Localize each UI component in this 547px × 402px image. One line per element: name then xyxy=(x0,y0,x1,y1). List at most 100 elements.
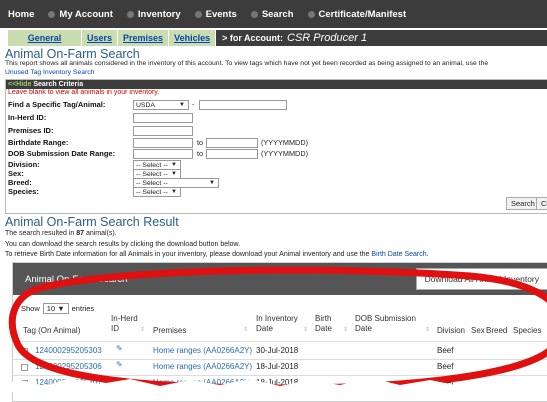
row-checkbox[interactable] xyxy=(21,348,28,355)
find-tag-label: Find a Specific Tag/Animal: xyxy=(8,100,106,109)
tag-dash: - xyxy=(192,100,195,109)
nav-my-account-label: My Account xyxy=(59,8,113,20)
unused-tag-link[interactable]: Unused Tag Inventory Search xyxy=(5,69,94,76)
tag-number-input[interactable] xyxy=(199,100,287,110)
col-header-inventory-date[interactable]: In Inventory Date xyxy=(256,314,306,334)
tab-users[interactable]: Users xyxy=(82,30,119,46)
row-divider xyxy=(13,375,547,376)
tag-link[interactable]: 124000295205306 xyxy=(35,362,102,371)
page-title: Animal On-Farm Search xyxy=(5,47,140,61)
result-count-value: 87 xyxy=(76,230,85,237)
premises-link[interactable]: Home ranges (AA0266A2Y) xyxy=(153,346,252,355)
hide-criteria-link[interactable]: <<Hide xyxy=(8,81,31,88)
tag-link[interactable]: 124000295205303 xyxy=(35,346,102,355)
nav-dot-icon xyxy=(250,10,258,18)
sort-icon: ⇕ xyxy=(140,327,146,333)
sort-icon: ⇕ xyxy=(343,327,349,333)
sex-value: -- Select -- xyxy=(136,171,168,178)
tag-link[interactable]: 124000295205307 xyxy=(35,378,102,387)
result-title: Animal On-Farm Search Result xyxy=(5,215,179,229)
premises-link[interactable]: Home ranges (AA0266A2Y) xyxy=(153,378,252,387)
result-count-suffix: animal(s). xyxy=(85,230,117,237)
nav-search[interactable]: Search xyxy=(250,8,294,20)
nav-inventory-label: Inventory xyxy=(137,8,181,20)
division-value: -- Select -- xyxy=(136,162,168,169)
col-header-species[interactable]: Species xyxy=(513,326,541,336)
col-header-breed[interactable]: Breed xyxy=(486,326,507,336)
tab-general[interactable]: General xyxy=(8,30,82,46)
tag-type-select[interactable]: USDA ▼ xyxy=(133,100,189,110)
premises-link[interactable]: Home ranges (AA0266A2Y) xyxy=(153,362,252,371)
clear-button[interactable]: Clea xyxy=(536,197,547,210)
sort-icon: ⇕ xyxy=(425,327,431,333)
nav-dot-icon xyxy=(307,10,315,18)
inventory-date: 18-Jul-2018 xyxy=(256,378,299,387)
nav-search-label: Search xyxy=(261,8,294,20)
row-checkbox[interactable] xyxy=(21,364,28,371)
page-description: This report shows all animals considered… xyxy=(5,60,547,77)
nav-my-account[interactable]: My Account xyxy=(48,8,113,20)
edit-icon[interactable]: ✎ xyxy=(116,360,123,369)
chevron-down-icon: ▼ xyxy=(179,102,185,108)
sub-nav: General Users Premises Vehicles > for Ac… xyxy=(8,30,547,46)
col-header-tag[interactable]: Tag (On Animal) xyxy=(23,326,108,336)
inventory-date: 18-Jul-2018 xyxy=(256,362,299,371)
in-herd-input[interactable] xyxy=(133,113,193,123)
nav-events[interactable]: Events xyxy=(194,8,237,20)
species-select[interactable]: -- Select -- ▼ xyxy=(133,187,181,197)
edit-icon[interactable]: ✎ xyxy=(116,376,123,385)
chevron-down-icon: ▼ xyxy=(57,304,65,313)
birthdate-from-input[interactable] xyxy=(133,138,193,148)
col-header-division[interactable]: Division xyxy=(437,326,465,336)
dob-label: DOB Submission Date Range: xyxy=(8,149,116,158)
birth-date-search-link[interactable]: Birth Date Search xyxy=(371,251,426,258)
birth-note-suffix: . xyxy=(426,251,429,258)
division-value: Beef xyxy=(437,362,454,371)
edit-icon[interactable]: ✎ xyxy=(116,344,123,353)
nav-home-label: Home xyxy=(8,8,35,20)
premises-input[interactable] xyxy=(133,126,193,136)
download-inventory-button[interactable]: Download All Animal Inventory xyxy=(415,268,547,290)
division-value: Beef xyxy=(437,346,454,355)
dob-from-input[interactable] xyxy=(133,149,193,159)
col-header-sex[interactable]: Sex xyxy=(471,326,485,336)
panel-title: Animal On-Farm Search xyxy=(25,273,128,285)
nav-certificate[interactable]: Certificate/Manifest xyxy=(307,8,407,20)
page-size-control: Show 10 ▼ entries xyxy=(21,303,94,314)
account-name: CSR Producer 1 xyxy=(287,32,368,44)
species-value: -- Select -- xyxy=(136,189,168,196)
nav-dot-icon xyxy=(48,10,56,18)
nav-dot-icon xyxy=(126,10,134,18)
inventory-date: 30-Jul-2018 xyxy=(256,346,299,355)
breed-value: -- Select -- xyxy=(136,180,168,187)
birthdate-format: (YYYYMMDD) xyxy=(261,138,309,147)
nav-inventory[interactable]: Inventory xyxy=(126,8,181,20)
nav-events-label: Events xyxy=(205,8,237,20)
col-header-premises[interactable]: Premises xyxy=(153,326,213,336)
search-criteria-panel: <<Hide Search Criteria Leave blank to vi… xyxy=(5,79,547,214)
blank-note: Leave blank to view all animals in your … xyxy=(8,89,160,96)
birthdate-to-label: to xyxy=(197,138,204,147)
birthdate-to-input[interactable] xyxy=(206,138,258,148)
row-checkbox[interactable] xyxy=(21,380,28,387)
search-button[interactable]: Search xyxy=(506,197,540,210)
page-size-select[interactable]: 10 ▼ xyxy=(42,303,69,314)
tab-premises[interactable]: Premises xyxy=(118,30,170,46)
criteria-title: Search Criteria xyxy=(33,81,84,88)
nav-certificate-label: Certificate/Manifest xyxy=(318,8,407,20)
division-value: Beef xyxy=(437,378,454,387)
nav-home[interactable]: Home xyxy=(8,9,34,20)
col-header-birth-date[interactable]: Birth Date xyxy=(315,314,343,334)
col-header-dob-submission[interactable]: DOB Submission Date xyxy=(355,314,425,334)
top-nav: Home My Account Inventory Events Search … xyxy=(0,0,547,28)
tab-vehicles[interactable]: Vehicles xyxy=(169,30,217,46)
premises-label: Premises ID: xyxy=(8,126,54,135)
nav-dot-icon xyxy=(194,10,202,18)
description-text: This report shows all animals considered… xyxy=(5,60,489,67)
division-label: Division: xyxy=(8,160,40,169)
dob-to-input[interactable] xyxy=(206,149,258,159)
tag-type-value: USDA xyxy=(136,102,155,109)
result-count-prefix: The search resulted in xyxy=(5,230,75,237)
species-label: Species: xyxy=(8,187,39,196)
col-header-inherd[interactable]: In-Herd ID xyxy=(111,314,143,334)
